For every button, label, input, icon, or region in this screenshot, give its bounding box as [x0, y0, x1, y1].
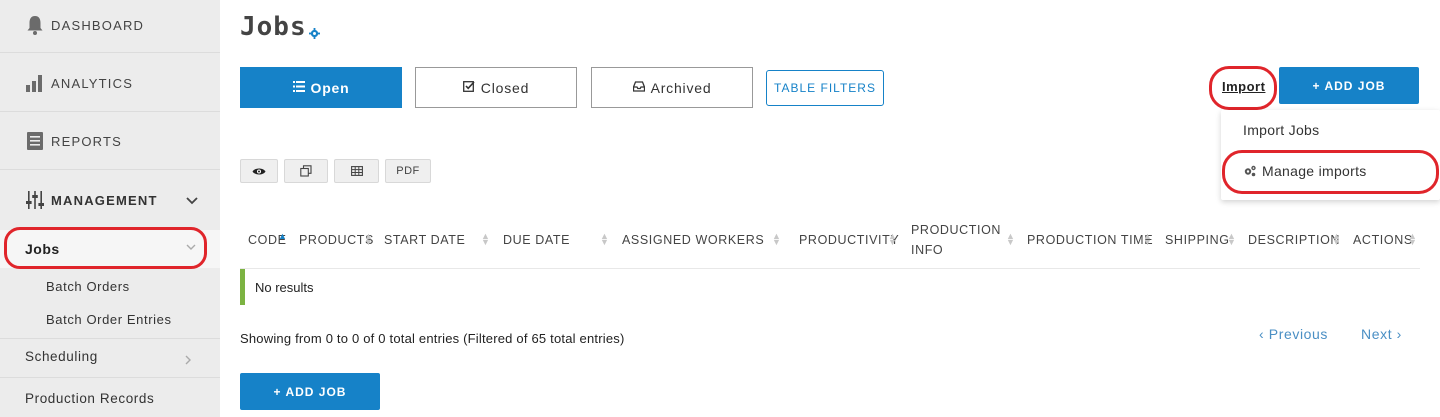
no-results-text: No results: [255, 280, 314, 295]
pagination-next[interactable]: Next ›: [1361, 326, 1402, 342]
bell-icon: [24, 14, 46, 36]
column-header-production-info[interactable]: PRODUCTION: [911, 220, 1001, 240]
copy-icon: [300, 165, 312, 177]
sort-icon: ▲ ▼: [481, 231, 490, 247]
sidebar-item-management[interactable]: MANAGEMENT: [0, 185, 220, 215]
menu-item-label: Manage imports: [1262, 163, 1367, 179]
tab-label: Closed: [480, 79, 530, 96]
add-job-button-bottom[interactable]: + ADD JOB: [240, 373, 380, 410]
sidebar-item-label: MANAGEMENT: [51, 193, 158, 208]
sidebar-item-label: Scheduling: [25, 349, 98, 364]
pagination-previous[interactable]: ‹ Previous: [1259, 326, 1328, 342]
csv-button[interactable]: [334, 159, 379, 183]
chevron-down-icon: [186, 240, 196, 254]
tab-closed[interactable]: Closed: [415, 67, 577, 108]
sidebar-subitem-batch-order-entries[interactable]: Batch Order Entries: [46, 312, 172, 327]
column-header-assigned-workers[interactable]: ASSIGNED WORKERS: [622, 230, 764, 250]
table-filters-button[interactable]: TABLE FILTERS: [766, 70, 884, 106]
sidebar: DASHBOARD ANALYTICS REPORTS MANAGEMENT J…: [0, 0, 220, 417]
tab-label: Archived: [650, 79, 712, 96]
column-header-due-date[interactable]: DUE DATE: [503, 230, 570, 250]
sliders-icon: [24, 189, 46, 211]
divider: [0, 111, 220, 112]
sidebar-item-scheduling[interactable]: Scheduling: [0, 340, 220, 374]
column-header-production-info-line2: INFO: [911, 243, 944, 257]
inbox-icon: [632, 80, 645, 95]
document-icon: [24, 130, 46, 152]
column-header-productivity[interactable]: PRODUCTIVITY: [799, 230, 899, 250]
menu-item-manage-imports[interactable]: Manage imports: [1243, 163, 1367, 179]
tab-archived[interactable]: Archived: [591, 67, 753, 108]
add-job-button[interactable]: + ADD JOB: [1279, 67, 1419, 104]
column-header-start-date[interactable]: START DATE: [384, 230, 465, 250]
column-header-production-time[interactable]: PRODUCTION TIME: [1027, 230, 1153, 250]
sidebar-subitem-batch-orders[interactable]: Batch Orders: [46, 279, 130, 294]
tab-label: Open: [310, 79, 350, 96]
sidebar-item-production-records[interactable]: Production Records: [25, 391, 154, 406]
divider: [0, 338, 220, 339]
sidebar-item-jobs[interactable]: Jobs: [0, 230, 220, 268]
sort-icon: ▲ ▼: [600, 231, 609, 247]
table-icon: [350, 166, 363, 176]
sidebar-item-label: DASHBOARD: [51, 18, 145, 33]
sidebar-item-label: REPORTS: [51, 134, 123, 149]
eye-icon: [252, 167, 266, 176]
column-header-actions[interactable]: ACTIONS: [1353, 230, 1413, 250]
sort-asc-icon: ▲: [278, 231, 287, 241]
checkbox-checked-icon: [462, 80, 475, 95]
gears-icon: [1243, 165, 1257, 177]
divider: [0, 169, 220, 170]
gear-icon[interactable]: [309, 26, 320, 39]
sort-icon: ▲ ▼: [364, 231, 373, 247]
entries-summary: Showing from 0 to 0 of 0 total entries (…: [240, 331, 625, 346]
sidebar-item-dashboard[interactable]: DASHBOARD: [0, 10, 220, 40]
copy-button[interactable]: [284, 159, 328, 183]
column-visibility-button[interactable]: [240, 159, 278, 183]
tab-open[interactable]: Open: [240, 67, 402, 108]
pdf-button[interactable]: PDF: [385, 159, 431, 183]
sidebar-item-reports[interactable]: REPORTS: [0, 126, 220, 156]
sort-icon: ▲ ▼: [772, 231, 781, 247]
sort-icon: ▲ ▼: [1332, 231, 1341, 247]
import-dropdown-menu: Import Jobs Manage imports: [1221, 110, 1440, 200]
sort-icon: ▲ ▼: [1143, 231, 1152, 247]
sort-icon: ▲ ▼: [1227, 231, 1236, 247]
page-title: Jobs: [240, 12, 307, 42]
bar-chart-icon: [24, 72, 46, 94]
divider: [0, 377, 220, 378]
menu-item-label: Import Jobs: [1243, 122, 1320, 138]
column-header-description[interactable]: DESCRIPTION: [1248, 230, 1340, 250]
column-header-shipping[interactable]: SHIPPING: [1165, 230, 1230, 250]
sidebar-item-analytics[interactable]: ANALYTICS: [0, 68, 220, 98]
menu-item-import-jobs[interactable]: Import Jobs: [1243, 122, 1319, 138]
sort-icon: ▲ ▼: [888, 231, 897, 247]
sidebar-item-label: ANALYTICS: [51, 76, 134, 91]
chevron-right-icon: [185, 352, 192, 370]
table-row-empty: No results: [240, 269, 1420, 305]
sidebar-item-label: Jobs: [25, 241, 60, 257]
list-icon: [292, 80, 305, 95]
import-link[interactable]: Import: [1222, 79, 1265, 94]
divider: [0, 52, 220, 53]
column-header-products[interactable]: PRODUCTS: [299, 230, 374, 250]
chevron-down-icon: [186, 192, 198, 208]
sort-icon: ▲ ▼: [1006, 231, 1015, 247]
row-status-bar: [240, 269, 245, 305]
sort-icon: ▲ ▼: [1408, 231, 1417, 247]
